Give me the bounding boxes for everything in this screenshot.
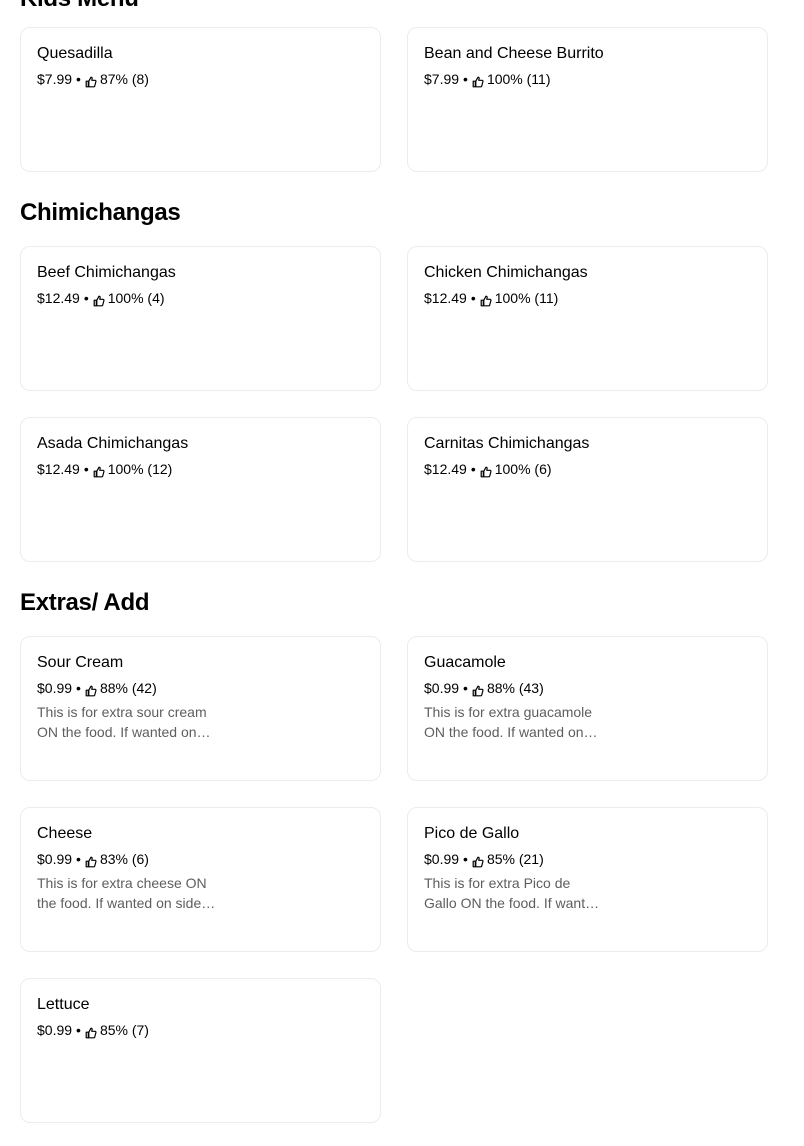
item-meta: $12.49 • 100% (12) [37, 459, 217, 479]
item-rating: 100% (11) [494, 290, 559, 306]
separator-dot: • [470, 290, 476, 306]
item-name: Sour Cream [37, 654, 124, 671]
item-meta: $0.99 • 85% (7) [37, 1020, 217, 1040]
item-meta: $7.99 • 87% (8) [37, 69, 217, 89]
separator-dot: • [463, 71, 468, 87]
item-rating: 100% (4) [107, 290, 165, 306]
thumbs-up-icon [85, 853, 97, 868]
item-name: Quesadilla [37, 45, 113, 62]
item-price: $7.99 [37, 71, 73, 87]
item-name: Beef Chimichangas [37, 264, 176, 281]
thumbs-up-icon [472, 73, 484, 88]
thumbs-up-icon [85, 1024, 97, 1039]
section-title-kids-menu: Kids Menu [20, 0, 139, 14]
item-meta: $12.49 • 100% (6) [424, 459, 604, 479]
menu-item-card[interactable]: Sour Cream $0.99 • 88% (42) This is for extr… [20, 636, 381, 781]
menu-item-card[interactable]: Guacamole $0.99 • 88% (43) This is for extra… [407, 636, 768, 781]
separator-dot: • [83, 461, 89, 477]
item-meta: $0.99 • 83% (6) [37, 849, 217, 869]
separator-dot: • [470, 461, 476, 477]
item-description: This is for extra Pico de Gallo ON the f… [424, 875, 601, 911]
menu-item-card[interactable]: Lettuce $0.99 • 85% (7) [20, 978, 381, 1123]
item-price: $12.49 [37, 290, 80, 306]
thumbs-up-icon [472, 682, 484, 697]
thumbs-up-icon [85, 73, 97, 88]
thumbs-up-icon [93, 463, 105, 478]
item-price: $0.99 [37, 851, 73, 867]
item-price: $0.99 [424, 680, 460, 696]
item-name: Asada Chimichangas [37, 435, 189, 452]
separator-dot: • [83, 290, 89, 306]
item-price: $12.49 [37, 461, 80, 477]
item-meta: $12.49 • 100% (4) [37, 288, 217, 308]
item-name: Lettuce [37, 996, 90, 1013]
separator-dot: • [76, 851, 81, 867]
item-description: This is for extra guacamole ON the food.… [424, 704, 593, 740]
item-price: $0.99 [424, 851, 460, 867]
menu-item-card[interactable]: Beef Chimichangas $12.49 • 100% (4) [20, 246, 381, 391]
section-title-chimichangas: Chimichangas [20, 199, 181, 226]
thumbs-up-icon [93, 292, 105, 307]
menu-item-card[interactable]: Bean and Cheese Burrito $7.99 • 100% (11) [407, 27, 768, 172]
item-description: This is for extra cheese ON the food. If… [37, 875, 207, 911]
menu-item-card[interactable]: Quesadilla $7.99 • 87% (8) [20, 27, 381, 172]
item-meta: $12.49 • 100% (11) [424, 288, 604, 308]
section-title-extras-add: Extras/ Add [20, 589, 150, 616]
item-rating: 88% (43) [486, 680, 544, 696]
item-price: $7.99 [424, 71, 460, 87]
item-meta: $7.99 • 100% (11) [424, 69, 604, 89]
item-name: Bean and Cheese Burrito [424, 45, 604, 62]
menu-item-card[interactable]: Asada Chimichangas $12.49 • 100% (12) [20, 417, 381, 562]
item-meta: $0.99 • 85% (21) [424, 849, 604, 869]
thumbs-up-icon [480, 292, 492, 307]
separator-dot: • [76, 1022, 81, 1038]
menu-item-card[interactable]: Cheese $0.99 • 83% (6) This is for extra che… [20, 807, 381, 952]
thumbs-up-icon [472, 853, 484, 868]
item-price: $0.99 [37, 680, 73, 696]
thumbs-up-icon [85, 682, 97, 697]
item-rating: 87% (8) [99, 71, 149, 87]
separator-dot: • [463, 680, 468, 696]
item-name: Guacamole [424, 654, 506, 671]
menu-item-card[interactable]: Carnitas Chimichangas $12.49 • 100% (6) [407, 417, 768, 562]
item-rating: 85% (7) [99, 1022, 149, 1038]
item-rating: 100% (6) [494, 461, 552, 477]
item-price: $0.99 [37, 1022, 73, 1038]
item-name: Carnitas Chimichangas [424, 435, 590, 452]
item-name: Chicken Chimichangas [424, 264, 588, 281]
separator-dot: • [76, 71, 81, 87]
separator-dot: • [76, 680, 81, 696]
item-rating: 88% (42) [99, 680, 157, 696]
item-name: Pico de Gallo [424, 825, 520, 842]
menu-item-card[interactable]: Pico de Gallo $0.99 • 85% (21) This is for e… [407, 807, 768, 952]
item-rating: 100% (12) [107, 461, 173, 477]
item-meta: $0.99 • 88% (43) [424, 678, 604, 698]
thumbs-up-icon [480, 463, 492, 478]
item-rating: 85% (21) [486, 851, 544, 867]
item-meta: $0.99 • 88% (42) [37, 678, 217, 698]
item-price: $12.49 [424, 290, 467, 306]
item-rating: 83% (6) [99, 851, 149, 867]
menu-item-card[interactable]: Chicken Chimichangas $12.49 • 100% (11) [407, 246, 768, 391]
item-name: Cheese [37, 825, 93, 842]
item-rating: 100% (11) [486, 71, 551, 87]
separator-dot: • [463, 851, 468, 867]
item-description: This is for extra sour cream ON the food… [37, 704, 207, 740]
menu-page: Kids MenuQuesadilla$7.99•87% (8)Bean and… [0, 0, 804, 1146]
item-price: $12.49 [424, 461, 467, 477]
